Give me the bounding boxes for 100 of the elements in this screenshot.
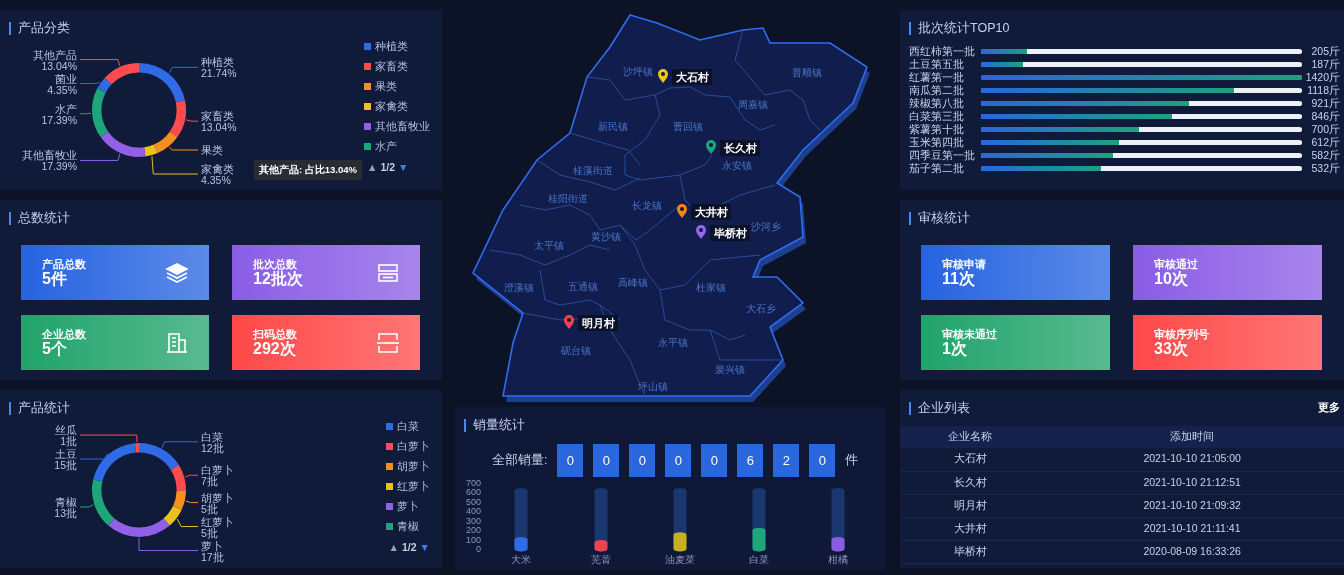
legend-label: 萝卜: [396, 498, 419, 514]
digit-box: 2: [773, 444, 800, 477]
slice-label: 家禽类: [201, 163, 234, 175]
row-label: 土豆第五批: [909, 57, 965, 72]
legend-item[interactable]: 白萝卜: [385, 440, 430, 453]
card-value: 11次: [942, 269, 975, 288]
digit-box: 0: [665, 444, 692, 477]
legend-item[interactable]: 青椒: [385, 520, 430, 533]
legend-item[interactable]: 萝卜: [385, 500, 430, 513]
map-pin[interactable]: [696, 225, 706, 239]
region-label: 五通镇: [568, 281, 598, 292]
legend-label: 水产: [375, 138, 397, 154]
slice-value: 17.39%: [41, 160, 77, 173]
region-label: 黄沙镇: [591, 231, 621, 242]
pin-label: 大井村: [691, 204, 731, 220]
slice-label: 其他产品: [33, 48, 77, 61]
leader-line: [138, 537, 199, 552]
digit-box: 0: [809, 444, 836, 477]
row-label: 辣椒第八批: [909, 96, 965, 111]
digit-box: 0: [701, 444, 728, 477]
region-label: 永平镇: [658, 337, 688, 348]
legend-label: 种植类: [375, 38, 408, 54]
pin-label: 长久村: [720, 140, 760, 156]
leader-line: [79, 434, 138, 443]
legend-item[interactable]: 种植类: [364, 40, 430, 53]
row-value: 1118斤: [1306, 82, 1340, 98]
legend-item[interactable]: 家畜类: [364, 60, 430, 73]
axis-tick-label: 400: [465, 506, 481, 517]
slice-value: 5批: [201, 502, 218, 515]
more-link[interactable]: 更多: [1318, 400, 1340, 416]
row-label: 玉米第四批: [909, 135, 965, 150]
map-pin[interactable]: [677, 204, 687, 218]
cylinder-bar: [673, 532, 687, 552]
leader-line: [79, 59, 121, 67]
legend-label: 白萝卜: [396, 438, 430, 454]
card-value: 292次: [253, 339, 297, 358]
row-value: 1420斤: [1304, 69, 1340, 85]
legend-item[interactable]: 红萝卜: [385, 480, 430, 493]
axis-tick-label: 100: [465, 534, 481, 545]
legend-item[interactable]: 胡萝卜: [385, 460, 430, 473]
axis-tick-label: 600: [465, 487, 481, 498]
legend-item[interactable]: 其他畜牧业: [364, 120, 430, 133]
page-indicator: 1/2: [380, 160, 395, 175]
legend-item[interactable]: 水产: [364, 140, 430, 153]
legend-label: 其他畜牧业: [375, 118, 430, 134]
slice-value: 15批: [54, 459, 77, 472]
row-label: 白菜第三批: [909, 109, 965, 124]
region-label: 高峰镇: [618, 277, 648, 288]
row-label: 四季豆第一批: [909, 148, 976, 163]
slice-value: 5批: [201, 526, 218, 539]
card-value: 5个: [42, 339, 68, 358]
axis-tick-label: 0: [476, 544, 481, 554]
pin-label: 大石村: [672, 69, 712, 85]
slice-label: 青椒: [55, 496, 77, 508]
axis-tick-label: 300: [465, 515, 481, 526]
legend-label: 白菜: [396, 418, 419, 434]
slice-label: 丝瓜: [55, 424, 77, 437]
slice-value: 21.74%: [201, 67, 237, 80]
leader-line: [161, 441, 199, 449]
axis-tick-label: 500: [465, 496, 481, 507]
region-label: 沙坪镇: [623, 66, 653, 77]
leader-line: [184, 474, 199, 478]
leader-line: [79, 504, 94, 508]
card-label: 产品总数: [42, 257, 86, 270]
region-label: 永安镇: [722, 160, 752, 171]
chart-tooltip: 其他产品: 占比13.04%: [254, 160, 363, 181]
leader-line: [151, 155, 199, 175]
map-pin[interactable]: [658, 69, 668, 83]
table-cell: 2021-10-10 21:05:00: [1040, 448, 1344, 471]
table-cell: 毕桥村: [900, 540, 1041, 563]
table-cell: 大石村: [900, 448, 1041, 471]
axis-tick-label: 700: [465, 478, 481, 488]
slice-value: 17批: [201, 550, 224, 563]
axis-category-label: 油麦菜: [665, 554, 695, 565]
row-label: 南瓜第二批: [909, 83, 965, 98]
building-icon: [165, 331, 189, 354]
legend-item[interactable]: 家禽类: [364, 100, 430, 113]
legend-item[interactable]: 果类: [364, 80, 430, 93]
leader-line: [168, 66, 199, 74]
card-label: 审核未通过: [942, 327, 997, 340]
region-label: 澄溪镇: [504, 282, 534, 293]
slice-label: 其他畜牧业: [22, 149, 77, 162]
slice-value: 1批: [60, 435, 77, 448]
map-pin[interactable]: [564, 315, 574, 329]
row-value: 582斤: [1310, 147, 1340, 163]
legend-item[interactable]: 白菜: [385, 420, 430, 433]
region-label: 大石乡: [746, 303, 776, 314]
table-cell: 2020-08-09 16:33:26: [1040, 540, 1344, 563]
region-label: 新民镇: [598, 121, 628, 132]
panel-title: 销量统计: [464, 419, 525, 432]
page-next-arrow[interactable]: ▼: [419, 540, 430, 556]
map-pin[interactable]: [706, 140, 716, 154]
axis-category-label: 大米: [511, 554, 531, 565]
row-value: 846斤: [1310, 108, 1340, 124]
leader-line: [79, 81, 101, 85]
leader-line: [176, 518, 199, 528]
legend-label: 胡萝卜: [396, 458, 430, 474]
total-label: 全部销量:: [492, 452, 548, 470]
slice-value: 7批: [201, 475, 218, 488]
page-next-arrow[interactable]: ▼: [398, 160, 409, 176]
